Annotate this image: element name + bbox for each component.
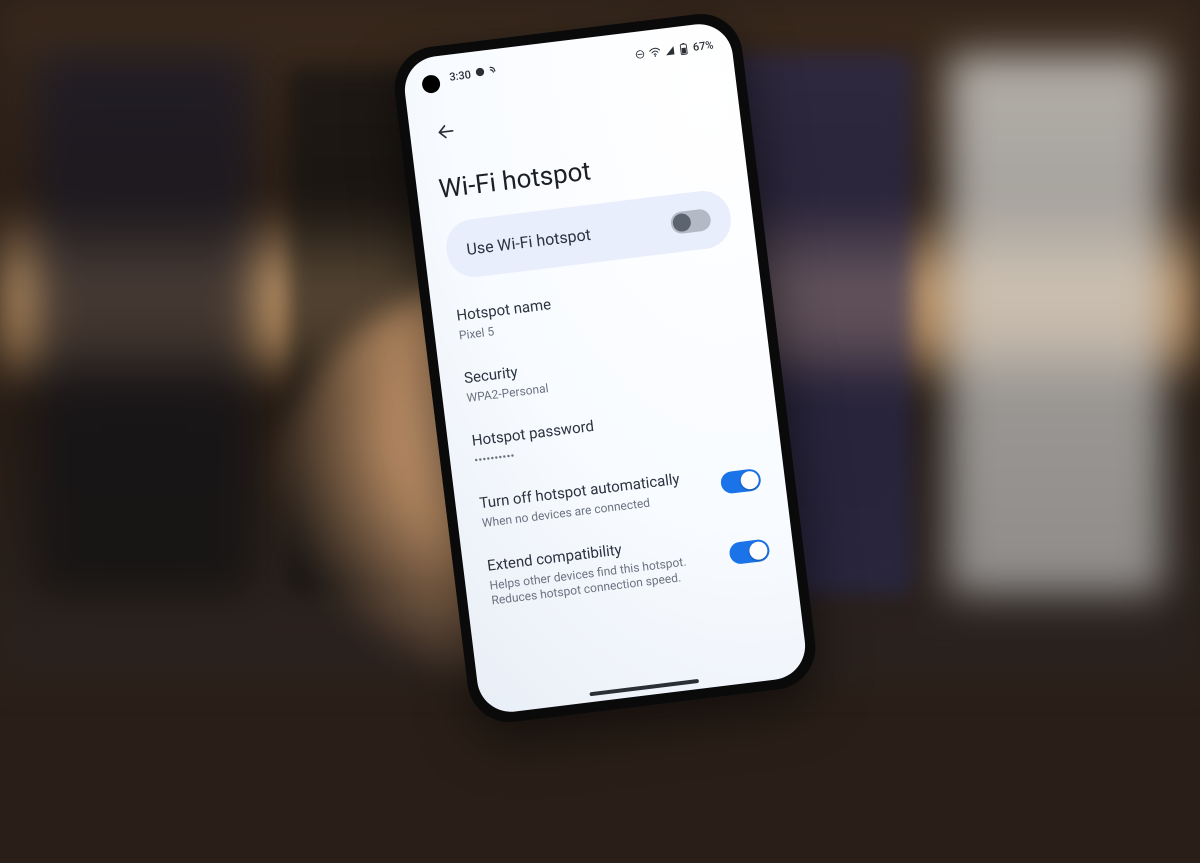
nfc-icon (488, 65, 500, 79)
compat-toggle[interactable] (728, 538, 770, 565)
punch-hole-camera (421, 74, 441, 94)
wifi-icon (649, 46, 662, 57)
messenger-icon (474, 66, 486, 80)
use-hotspot-toggle[interactable] (670, 208, 712, 235)
phone-screen: 3:30 (401, 20, 809, 715)
signal-icon (665, 45, 676, 56)
battery-percent: 67% (692, 38, 714, 53)
battery-icon (678, 42, 689, 55)
auto-off-toggle[interactable] (720, 468, 762, 495)
dnd-icon (635, 48, 646, 59)
arrow-left-icon (435, 120, 457, 142)
use-hotspot-label: Use Wi-Fi hotspot (465, 224, 591, 258)
status-time: 3:30 (449, 68, 472, 84)
back-button[interactable] (430, 116, 461, 147)
